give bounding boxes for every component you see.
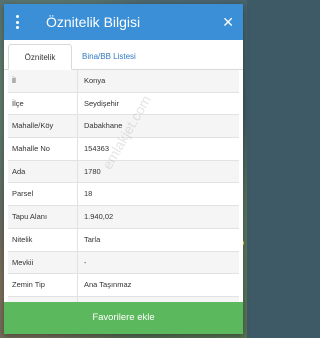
- tab-building-list[interactable]: Bina/BB Listesi: [76, 44, 142, 70]
- row-label: Mevkii: [8, 251, 78, 274]
- row-label: Ada: [8, 160, 78, 183]
- table-row: İl Konya: [8, 70, 239, 93]
- row-value: Konya: [84, 76, 106, 85]
- row-label: Tapu Alanı: [8, 206, 78, 228]
- row-label: Nitelik: [8, 228, 78, 251]
- table-row: Parsel 18: [8, 183, 239, 207]
- row-value: 1780: [84, 166, 101, 176]
- table-row: Mahalle/Köy Dabakhane: [8, 115, 239, 139]
- table-row: Mahalle No 154363: [8, 138, 239, 161]
- table-row: Mevkii -: [8, 251, 239, 275]
- dialog-titlebar: Öznitelik Bilgisi ✕: [4, 4, 243, 40]
- dialog-title: Öznitelik Bilgisi: [46, 14, 141, 30]
- table-row: Ada 1780: [8, 160, 239, 184]
- row-value: 18: [84, 189, 93, 199]
- row-label: Zemin Tip: [8, 274, 78, 296]
- row-label: Parsel: [8, 183, 78, 206]
- attribute-dialog: Öznitelik Bilgisi ✕ Öznitelik Bilgisi Bi…: [4, 4, 243, 334]
- row-value: Ana Taşınmaz: [84, 280, 132, 290]
- close-icon[interactable]: ✕: [222, 4, 234, 40]
- tab-bar: Öznitelik Bilgisi Bina/BB Listesi: [4, 40, 243, 88]
- attribute-table: İl Konya İlçe Seydişehir Mahalle/Köy Dab…: [8, 70, 239, 320]
- table-row: Zemin Tip Ana Taşınmaz: [8, 274, 239, 297]
- more-vertical-icon[interactable]: [14, 15, 20, 29]
- row-value: 1.940,02: [84, 212, 114, 222]
- row-value: Dabakhane: [84, 121, 123, 131]
- row-label: İlçe: [8, 92, 78, 115]
- row-label: Mahalle No: [8, 138, 78, 160]
- row-value: Seydişehir: [84, 98, 120, 108]
- row-value: Tarla: [84, 234, 101, 244]
- tab-attribute-info[interactable]: Öznitelik Bilgisi: [8, 44, 72, 88]
- add-to-favorites-button[interactable]: Favorilere ekle: [4, 302, 243, 334]
- row-label: Mahalle/Köy: [8, 115, 78, 138]
- row-label: İl: [8, 70, 78, 92]
- table-row: İlçe Seydişehir: [8, 92, 239, 116]
- table-row: Tapu Alanı 1.940,02: [8, 206, 239, 229]
- row-value: 154363: [84, 144, 110, 154]
- row-value: -: [84, 257, 87, 267]
- table-row: Nitelik Tarla: [8, 228, 239, 252]
